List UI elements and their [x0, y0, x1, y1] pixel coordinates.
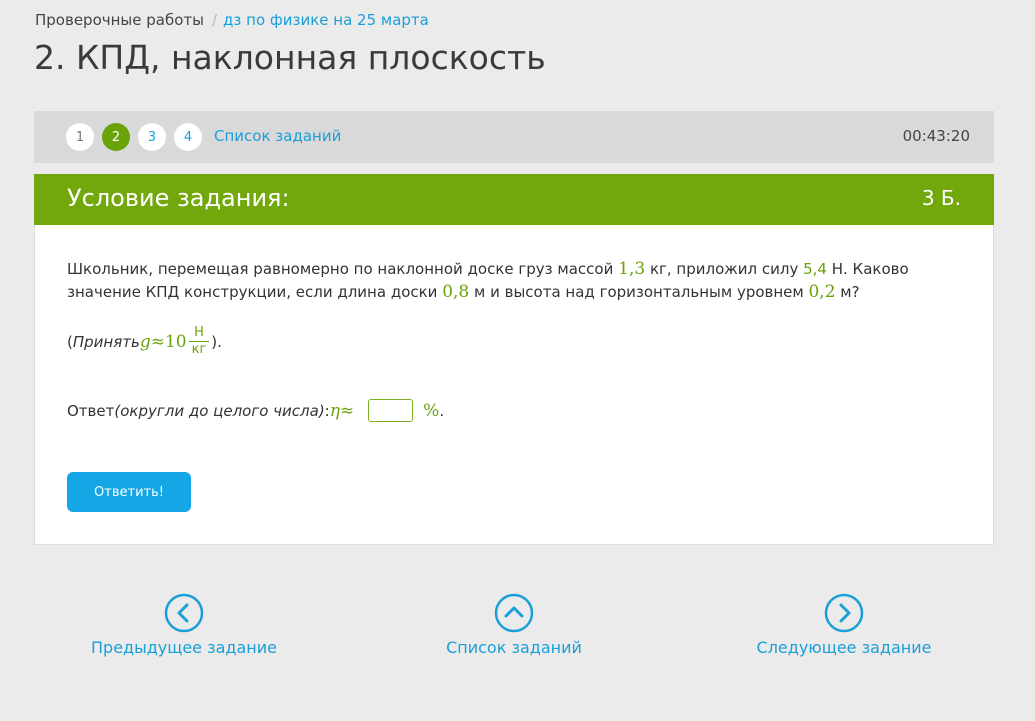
height-value: 0,2	[808, 282, 836, 302]
force-value: 5,4	[803, 260, 827, 278]
given-label: Принять	[72, 332, 140, 351]
breadcrumb-current-link[interactable]: дз по физике на 25 марта	[223, 11, 429, 29]
problem-text: кг, приложил силу	[645, 260, 804, 278]
unit-denominator: кг	[188, 341, 210, 358]
paren-close: ).	[211, 332, 222, 351]
chevron-right-circle-icon	[824, 593, 864, 633]
previous-task-link[interactable]: Предыдущее задание	[64, 593, 304, 657]
task-step-4[interactable]: 4	[174, 123, 202, 151]
breadcrumb-parent[interactable]: Проверочные работы	[35, 11, 204, 29]
length-value: 0,8	[442, 282, 470, 302]
task-list-bottom-label: Список заданий	[446, 638, 582, 657]
task-step-2[interactable]: 2	[102, 123, 130, 151]
previous-task-label: Предыдущее задание	[91, 638, 277, 657]
g-symbol: g	[139, 331, 151, 352]
task-list-link[interactable]: Список заданий	[214, 127, 341, 145]
answer-row: Ответ (округли до целого числа): η ≈ %.	[67, 399, 444, 422]
problem-text: Школьник, перемещая равномерно по наклон…	[67, 260, 619, 278]
next-task-label: Следующее задание	[756, 638, 932, 657]
given-constant: (Принять g ≈ 10 Н кг ).	[67, 325, 222, 358]
unit-numerator: Н	[194, 325, 204, 340]
percent-unit: %	[423, 400, 440, 421]
next-task-link[interactable]: Следующее задание	[724, 593, 964, 657]
breadcrumb-separator: /	[211, 11, 218, 29]
answer-period: .	[439, 401, 445, 420]
task-card: Условие задания: 3 Б. Школьник, перемеща…	[34, 174, 994, 545]
task-card-header: Условие задания: 3 Б.	[34, 174, 994, 225]
task-points-badge: 3 Б.	[921, 186, 961, 210]
answer-input[interactable]	[368, 399, 414, 422]
problem-text: м?	[835, 283, 860, 301]
timer: 00:43:20	[902, 127, 970, 145]
g-value: 10	[164, 331, 187, 352]
task-step-3[interactable]: 3	[138, 123, 166, 151]
chevron-up-circle-icon	[494, 593, 534, 633]
problem-text: м и высота над горизонтальным уровнем	[469, 283, 809, 301]
chevron-left-circle-icon	[164, 593, 204, 633]
mass-value: 1,3	[618, 259, 646, 279]
task-step-1[interactable]: 1	[66, 123, 94, 151]
approx-sign: ≈	[339, 400, 355, 421]
g-unit-fraction: Н кг	[188, 325, 210, 358]
answer-hint: (округли до целого числа)	[114, 401, 325, 420]
approx-sign: ≈	[150, 331, 165, 352]
page-title: 2. КПД, наклонная плоскость	[34, 38, 546, 77]
task-navigation-bar: 1 2 3 4 Список заданий 00:43:20	[34, 111, 994, 163]
task-card-title: Условие задания:	[67, 184, 290, 212]
answer-label: Ответ	[67, 401, 115, 420]
submit-answer-button[interactable]: Ответить!	[67, 472, 191, 512]
eta-symbol: η	[329, 400, 340, 421]
task-list-bottom-link[interactable]: Список заданий	[394, 593, 634, 657]
breadcrumb: Проверочные работы / дз по физике на 25 ма…	[35, 11, 429, 29]
problem-statement: Школьник, перемещая равномерно по наклон…	[67, 258, 937, 304]
